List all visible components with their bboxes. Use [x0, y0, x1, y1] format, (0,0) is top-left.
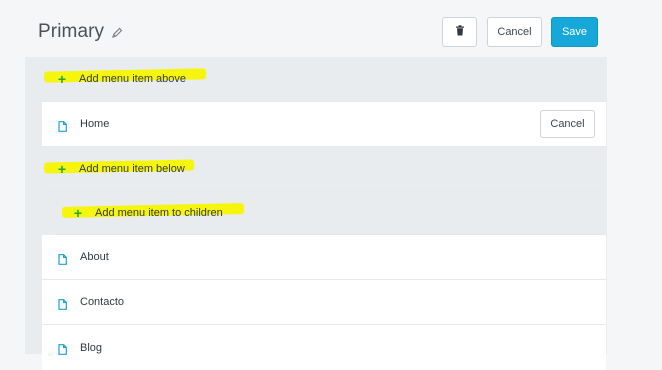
pencil-icon[interactable]: [111, 26, 123, 38]
page-icon: [58, 252, 67, 265]
cancel-button[interactable]: Cancel: [487, 17, 542, 47]
title-group: Primary: [38, 21, 123, 43]
editor-header: Primary Cancel Save: [0, 0, 662, 60]
menu-item-label: Blog: [80, 341, 103, 354]
menu-item-blog[interactable]: Blog: [42, 325, 606, 370]
add-menu-item-to-children[interactable]: + Add menu item to children: [58, 192, 606, 235]
add-children-label: Add menu item to children: [95, 207, 223, 219]
menu-item-label: About: [80, 251, 109, 263]
item-cancel-button[interactable]: Cancel: [540, 110, 595, 138]
add-above-label: Add menu item above: [79, 73, 187, 85]
trash-icon: [455, 25, 465, 39]
add-below-label: Add menu item below: [79, 163, 185, 175]
menu-item-home[interactable]: Home Cancel: [42, 102, 606, 147]
menu-item-label: Home: [80, 118, 110, 130]
page-icon: [58, 342, 67, 355]
plus-icon: +: [57, 161, 67, 177]
menu-item-contacto[interactable]: Contacto: [42, 280, 606, 325]
menu-item-label: Contacto: [80, 296, 125, 308]
plus-icon: +: [73, 205, 83, 221]
page-icon: [58, 119, 67, 132]
page-icon: [58, 297, 67, 310]
plus-icon: +: [57, 71, 67, 87]
save-button[interactable]: Save: [551, 17, 598, 47]
menu-item-about[interactable]: About: [42, 235, 606, 280]
menu-title: Primary: [38, 21, 105, 42]
add-menu-item-above[interactable]: + Add menu item above: [42, 57, 606, 102]
add-menu-item-below[interactable]: + Add menu item below: [42, 147, 606, 192]
delete-button[interactable]: [442, 17, 477, 47]
